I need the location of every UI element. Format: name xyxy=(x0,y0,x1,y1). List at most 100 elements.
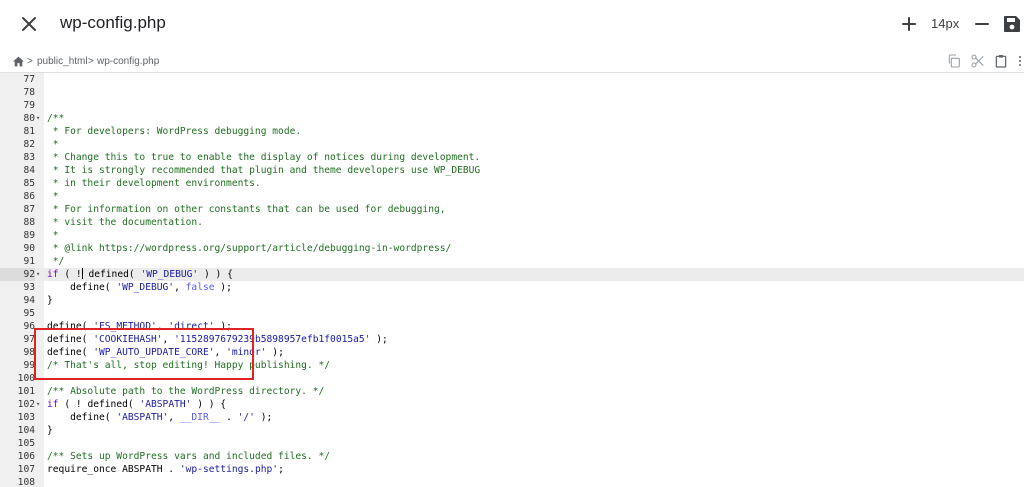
code-token-comment: * xyxy=(47,191,59,202)
code-token-plain: ); xyxy=(214,321,232,332)
code-line[interactable]: 108 xyxy=(0,476,1024,487)
code-line[interactable]: 98 define( 'WP_AUTO_UPDATE_CORE', 'minor'… xyxy=(0,346,1024,359)
code-text: * in their development environments. xyxy=(47,177,261,190)
code-line[interactable]: 79 xyxy=(0,99,1024,112)
line-number: 77 xyxy=(23,74,35,85)
code-token-comment: /* That's all, stop editing! Happy publi… xyxy=(47,360,331,371)
code-line[interactable]: 91 */ xyxy=(0,255,1024,268)
fold-toggle-icon[interactable]: ▾ xyxy=(36,268,44,281)
code-line[interactable]: 80 ▾/** xyxy=(0,112,1024,125)
code-line[interactable]: 83 * Change this to true to enable the d… xyxy=(0,151,1024,164)
line-number: 87 xyxy=(23,204,35,215)
code-line[interactable]: 88 * visit the documentation. xyxy=(0,216,1024,229)
code-text: } xyxy=(47,424,53,437)
line-number: 83 xyxy=(23,152,35,163)
code-token-comment: * Change this to true to enable the disp… xyxy=(47,152,481,163)
line-number: 106 xyxy=(17,451,35,462)
line-number: 108 xyxy=(17,477,35,487)
code-line[interactable]: 97 define( 'COOKIEHASH', '1152897679239b5… xyxy=(0,333,1024,346)
close-button[interactable] xyxy=(17,12,41,36)
line-number: 95 xyxy=(23,308,35,319)
code-line[interactable]: 104} xyxy=(0,424,1024,437)
close-icon xyxy=(22,17,36,31)
line-number: 82 xyxy=(23,139,35,150)
plus-icon xyxy=(902,17,916,31)
code-text: if ( ! defined( 'ABSPATH' ) ) { xyxy=(47,398,226,411)
code-line[interactable]: 103 define( 'ABSPATH', __DIR__ . '/' ); xyxy=(0,411,1024,424)
code-token-plain: define( xyxy=(47,321,94,332)
code-token-string: 'ABSPATH' xyxy=(116,412,169,423)
fold-toggle-icon[interactable]: ▾ xyxy=(36,398,44,411)
clipboard-icon[interactable] xyxy=(993,53,1009,69)
code-token-string: 'FS_METHOD' xyxy=(93,321,157,332)
code-token-plain: ); xyxy=(370,334,388,345)
increase-font-button[interactable] xyxy=(897,12,921,36)
save-button[interactable] xyxy=(1000,12,1024,36)
code-line[interactable]: 99 /* That's all, stop editing! Happy pub… xyxy=(0,359,1024,372)
code-token-plain: , xyxy=(174,282,186,293)
code-line[interactable]: 93 define( 'WP_DEBUG', false ); xyxy=(0,281,1024,294)
code-token-string: 'wp-settings.php' xyxy=(179,464,279,475)
code-token-comment: /** xyxy=(47,113,65,124)
code-line[interactable]: 94} xyxy=(0,294,1024,307)
code-line[interactable]: 86 * xyxy=(0,190,1024,203)
line-number: 78 xyxy=(23,87,35,98)
line-number: 98 xyxy=(23,347,35,358)
code-token-string: 'ABSPATH' xyxy=(139,399,192,410)
code-line[interactable]: 96 define( 'FS_METHOD', 'direct' ); xyxy=(0,320,1024,333)
more-icon[interactable] xyxy=(1016,53,1024,69)
breadcrumb-item-file[interactable]: wp-config.php xyxy=(97,55,159,69)
home-icon[interactable] xyxy=(12,55,25,68)
code-line[interactable]: 106 /** Sets up WordPress vars and includ… xyxy=(0,450,1024,463)
code-line[interactable]: 81 * For developers: WordPress debugging… xyxy=(0,125,1024,138)
code-line[interactable]: 105 xyxy=(0,437,1024,450)
scissors-icon[interactable] xyxy=(970,53,986,69)
code-text: * @link https://wordpress.org/support/ar… xyxy=(47,242,452,255)
code-token-plain: , xyxy=(156,321,169,332)
code-text: /** Sets up WordPress vars and included … xyxy=(47,450,330,463)
fold-toggle-icon[interactable]: ▾ xyxy=(36,112,44,125)
line-number: 99 xyxy=(23,360,35,371)
code-token-const: false xyxy=(185,282,215,293)
code-line[interactable]: 90 * @link https://wordpress.org/support… xyxy=(0,242,1024,255)
code-token-plain: , xyxy=(162,334,175,345)
code-line[interactable]: 95 xyxy=(0,307,1024,320)
code-token-string: 'direct' xyxy=(168,321,215,332)
code-line[interactable]: 77 xyxy=(0,73,1024,86)
line-number: 96 xyxy=(23,321,35,332)
code-text: /* That's all, stop editing! Happy publi… xyxy=(47,359,330,372)
decrease-font-button[interactable] xyxy=(970,12,994,36)
code-line[interactable]: 107 require_once ABSPATH . 'wp-settings.p… xyxy=(0,463,1024,476)
code-line[interactable]: 92 ▾ if ( ! defined( 'WP_DEBUG' ) ) { xyxy=(0,268,1024,281)
code-token-string: 'WP_DEBUG' xyxy=(140,269,199,280)
code-line[interactable]: 84 * It is strongly recommended that plu… xyxy=(0,164,1024,177)
code-line[interactable]: 82 * xyxy=(0,138,1024,151)
code-line[interactable]: 78 xyxy=(0,86,1024,99)
font-size-value: 14px xyxy=(931,16,960,31)
code-token-comment: * xyxy=(47,230,59,241)
code-token-comment: * It is strongly recommended that plugin… xyxy=(47,165,481,176)
code-line[interactable]: 102 ▾ if ( ! defined( 'ABSPATH' ) ) { xyxy=(0,398,1024,411)
code-token-plain: ) ) { xyxy=(191,399,227,410)
code-token-comment: * in their development environments. xyxy=(47,178,261,189)
code-text: define( 'WP_DEBUG', false ); xyxy=(47,281,232,294)
code-text: * It is strongly recommended that plugin… xyxy=(47,164,480,177)
code-line[interactable]: 101 /** Absolute path to the WordPress di… xyxy=(0,385,1024,398)
code-token-keyword: if xyxy=(47,399,59,410)
line-number: 103 xyxy=(17,412,35,423)
code-editor[interactable]: 77 78 79 80 ▾/** 81 * For developers: WordPre… xyxy=(0,73,1024,487)
code-line[interactable]: 87 * For information on other constants … xyxy=(0,203,1024,216)
line-number: 81 xyxy=(23,126,35,137)
code-line[interactable]: 89 * xyxy=(0,229,1024,242)
line-number: 89 xyxy=(23,230,35,241)
code-line[interactable]: 85 * in their development environments. xyxy=(0,177,1024,190)
breadcrumb-item-public-html[interactable]: public_html xyxy=(37,55,88,69)
line-number: 101 xyxy=(17,386,35,397)
code-token-plain: ; xyxy=(278,464,284,475)
copy-icon[interactable] xyxy=(946,53,962,69)
code-token-plain: ) ) { xyxy=(198,269,233,280)
code-text: * visit the documentation. xyxy=(47,216,203,229)
code-token-comment: /** Absolute path to the WordPress direc… xyxy=(47,386,325,397)
code-lines: 77 78 79 80 ▾/** 81 * For developers: WordPre… xyxy=(0,73,1024,487)
code-line[interactable]: 100 xyxy=(0,372,1024,385)
